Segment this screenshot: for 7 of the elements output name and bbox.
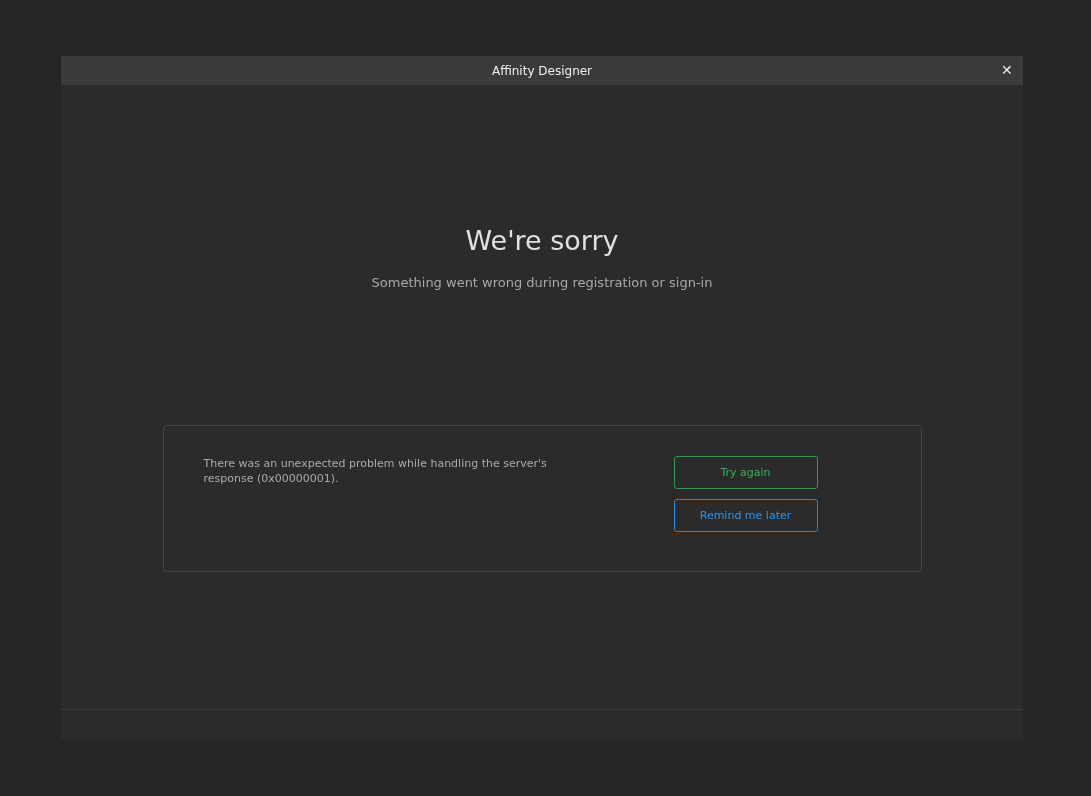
error-message: There was an unexpected problem while handling the server's response (0x00000001). — [203, 456, 548, 487]
heading: We're sorry — [465, 224, 619, 258]
retry-button[interactable]: Try again — [673, 456, 818, 489]
window-title: Affinity Designer — [491, 63, 593, 78]
subtitle: Something went wrong during registration or sign-in — [371, 275, 713, 290]
close-button[interactable]: ✕ — [999, 61, 1015, 79]
remind-later-button[interactable]: Remind me later — [673, 499, 818, 532]
